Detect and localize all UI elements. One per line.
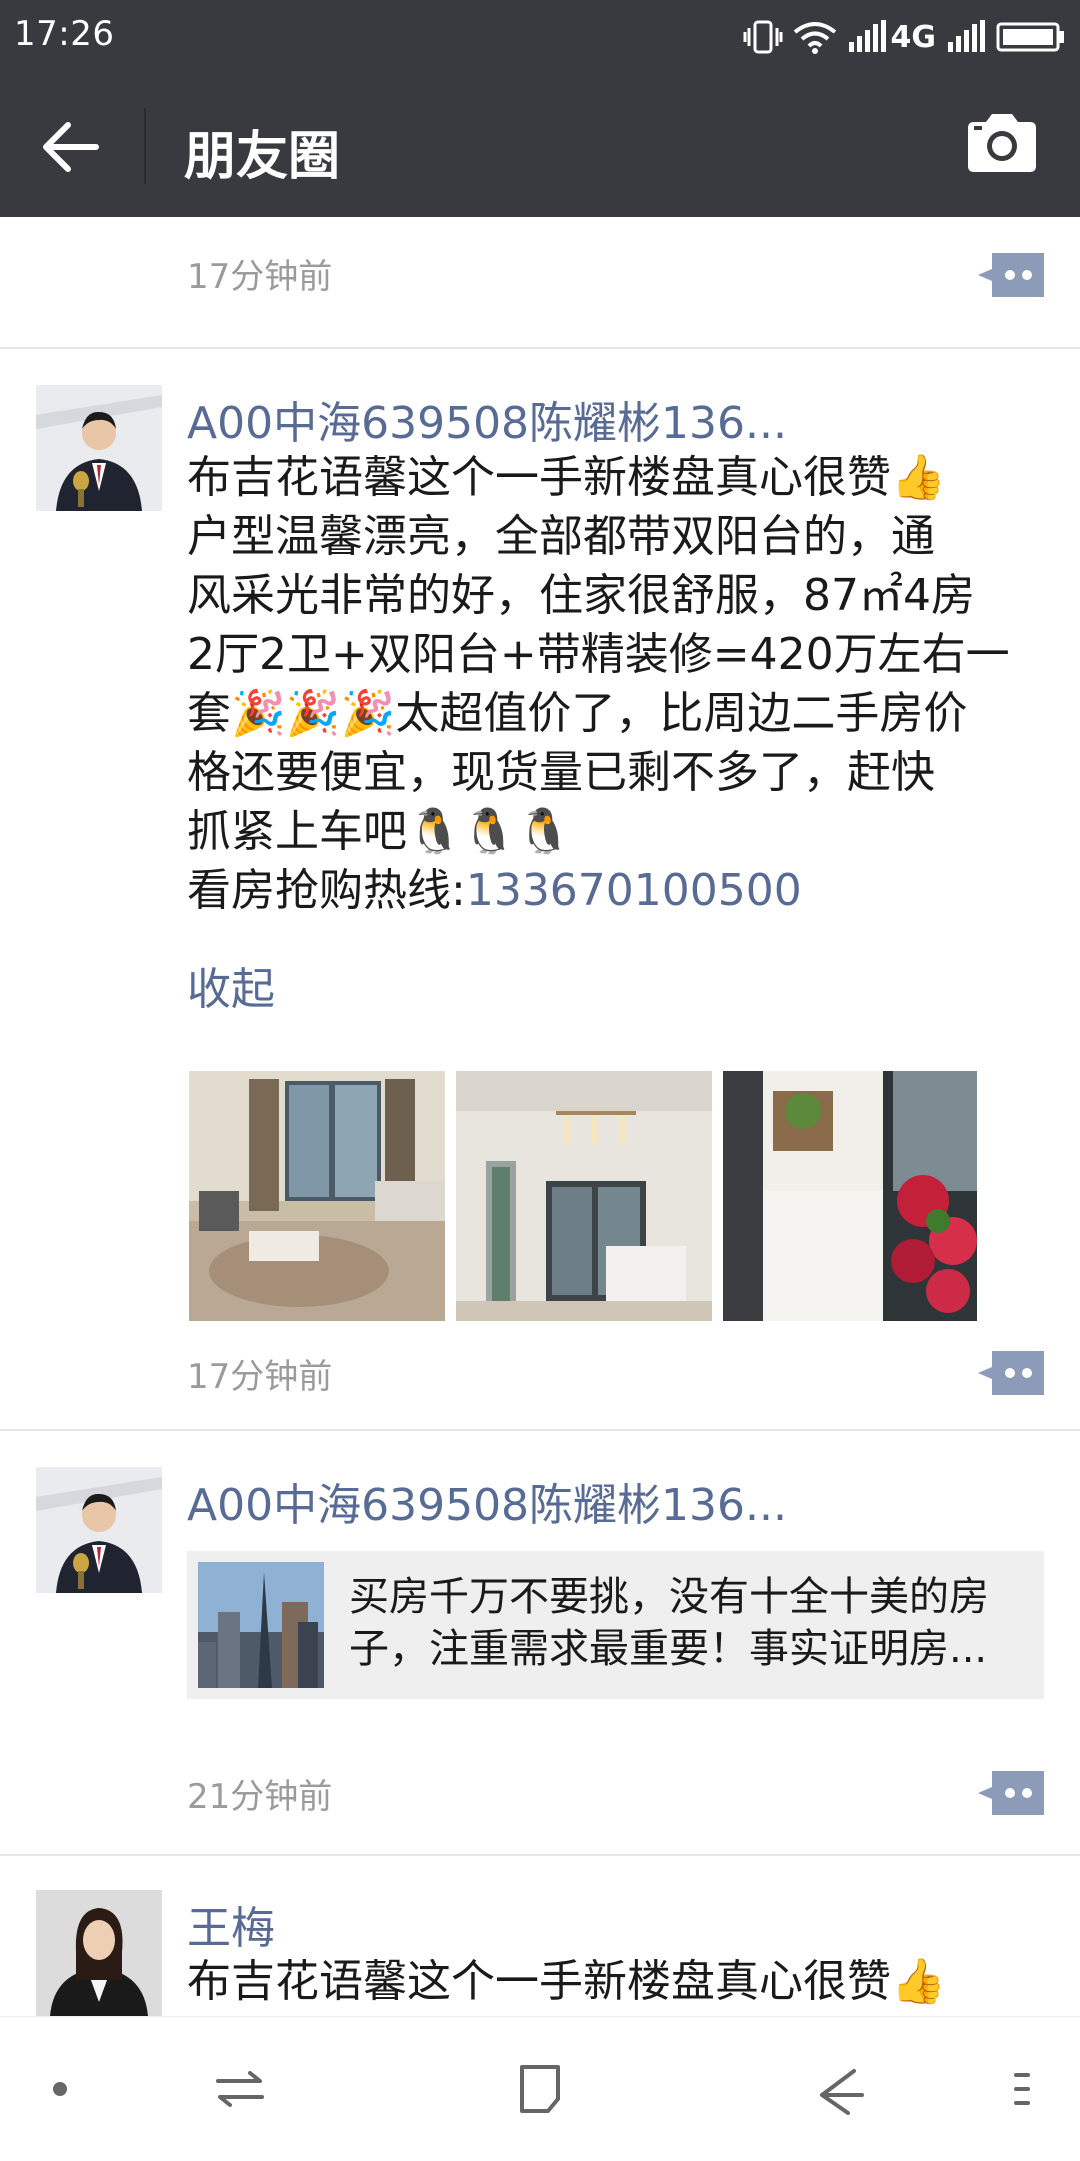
comment-button[interactable] — [978, 1351, 1044, 1395]
vibrate-icon — [743, 20, 782, 54]
comment-button[interactable] — [978, 1771, 1044, 1815]
hotline-label: 看房抢购热线: — [187, 865, 466, 916]
post-meta: 17分钟前 — [0, 217, 1080, 347]
shared-link-title: 买房千万不要挑，没有十全十美的房子，注重需求最重要！事实证明房... — [349, 1574, 989, 1672]
back-arrow-icon — [43, 122, 99, 172]
post-author[interactable]: 王梅 — [187, 1892, 275, 1956]
network-type: 4G — [890, 19, 937, 55]
comment-icon — [978, 1351, 1044, 1395]
post-author[interactable]: A00中海639508陈耀彬136... — [187, 1469, 787, 1533]
back-button[interactable] — [36, 112, 106, 182]
post-meta: 17分钟前 — [0, 1349, 1080, 1429]
nav-dot-button[interactable] — [28, 2057, 92, 2121]
nav-bar: 朋友圈 — [0, 74, 1080, 217]
shared-link-thumbnail — [198, 1562, 324, 1688]
nav-home-button[interactable] — [508, 2057, 572, 2121]
switch-icon — [216, 2071, 264, 2107]
square-icon — [520, 2065, 560, 2113]
signal-icon — [948, 20, 985, 52]
post-meta: 21分钟前 — [0, 1769, 1080, 1849]
post-text-line: 布吉花语馨这个一手新楼盘真心很赞👍 — [187, 1956, 946, 2007]
feed-post: A00中海639508陈耀彬136... 买房千万不要挑，没有十全十美的房子，注… — [0, 1431, 1080, 1854]
nav-menu-button[interactable] — [988, 2057, 1052, 2121]
post-text: 布吉花语馨这个一手新楼盘真心很赞👍 — [187, 1952, 1047, 2011]
feed-post: A00中海639508陈耀彬136... 布吉花语馨这个一手新楼盘真心很赞👍 户… — [0, 349, 1080, 1429]
avatar[interactable] — [36, 385, 162, 511]
status-icons: 4G — [743, 14, 1067, 60]
signal-icon — [848, 20, 886, 52]
hotline-number[interactable]: 133670100500 — [466, 865, 802, 916]
post-text-line: 抓紧上车吧🐧🐧🐧 — [187, 806, 572, 857]
nav-switch-button[interactable] — [208, 2057, 272, 2121]
collapse-link[interactable]: 收起 — [187, 953, 275, 1017]
post-text-line: 布吉花语馨这个一手新楼盘真心很赞👍 — [187, 452, 946, 503]
avatar[interactable] — [36, 1467, 162, 1593]
camera-button[interactable] — [964, 110, 1040, 176]
back-icon — [820, 2069, 864, 2115]
shared-link-card[interactable]: 买房千万不要挑，没有十全十美的房子，注重需求最重要！事实证明房... — [187, 1551, 1044, 1699]
battery-icon — [996, 22, 1064, 52]
post-photo[interactable] — [723, 1071, 977, 1321]
post-time: 17分钟前 — [187, 257, 333, 297]
comment-button[interactable] — [978, 253, 1044, 297]
post-text: 布吉花语馨这个一手新楼盘真心很赞👍 户型温馨漂亮，全部都带双阳台的，通 风采光非… — [187, 448, 1047, 920]
post-time: 17分钟前 — [187, 1357, 333, 1397]
dot-icon — [53, 2082, 67, 2096]
page-title: 朋友圈 — [184, 127, 341, 187]
hotline-line: 看房抢购热线:133670100500 — [187, 861, 1047, 920]
post-time: 21分钟前 — [187, 1777, 333, 1817]
avatar[interactable] — [36, 1890, 162, 2016]
comment-icon — [978, 1771, 1044, 1815]
moments-feed[interactable]: 17分钟前 A00中海639508陈耀彬136... 布吉花语馨这个一手新楼盘真… — [0, 217, 1080, 2017]
post-text-line: 风采光非常的好，住家很舒服，87㎡4房 — [187, 570, 975, 621]
wifi-icon — [793, 22, 836, 54]
post-text-line: 户型温馨漂亮，全部都带双阳台的，通 — [187, 511, 935, 562]
nav-back-button[interactable] — [808, 2057, 872, 2121]
nav-divider — [144, 108, 146, 184]
feed-post: 王梅 布吉花语馨这个一手新楼盘真心很赞👍 — [0, 1856, 1080, 2017]
post-author[interactable]: A00中海639508陈耀彬136... — [187, 387, 787, 451]
post-text-line: 套🎉🎉🎉太超值价了，比周边二手房价 — [187, 688, 968, 739]
menu-icon — [1014, 2073, 1030, 2105]
comment-icon — [978, 253, 1044, 297]
status-bar: 17:26 4G — [0, 0, 1080, 74]
post-text-line: 2厅2卫+双阳台+带精装修=420万左右一 — [187, 629, 1010, 680]
post-photo[interactable] — [189, 1071, 445, 1321]
status-time: 17:26 — [14, 14, 115, 54]
system-nav-bar — [0, 2016, 1080, 2161]
camera-icon — [968, 114, 1036, 172]
post-text-line: 格还要便宜，现货量已剩不多了，赶快 — [187, 747, 935, 798]
post-photo[interactable] — [456, 1071, 712, 1321]
